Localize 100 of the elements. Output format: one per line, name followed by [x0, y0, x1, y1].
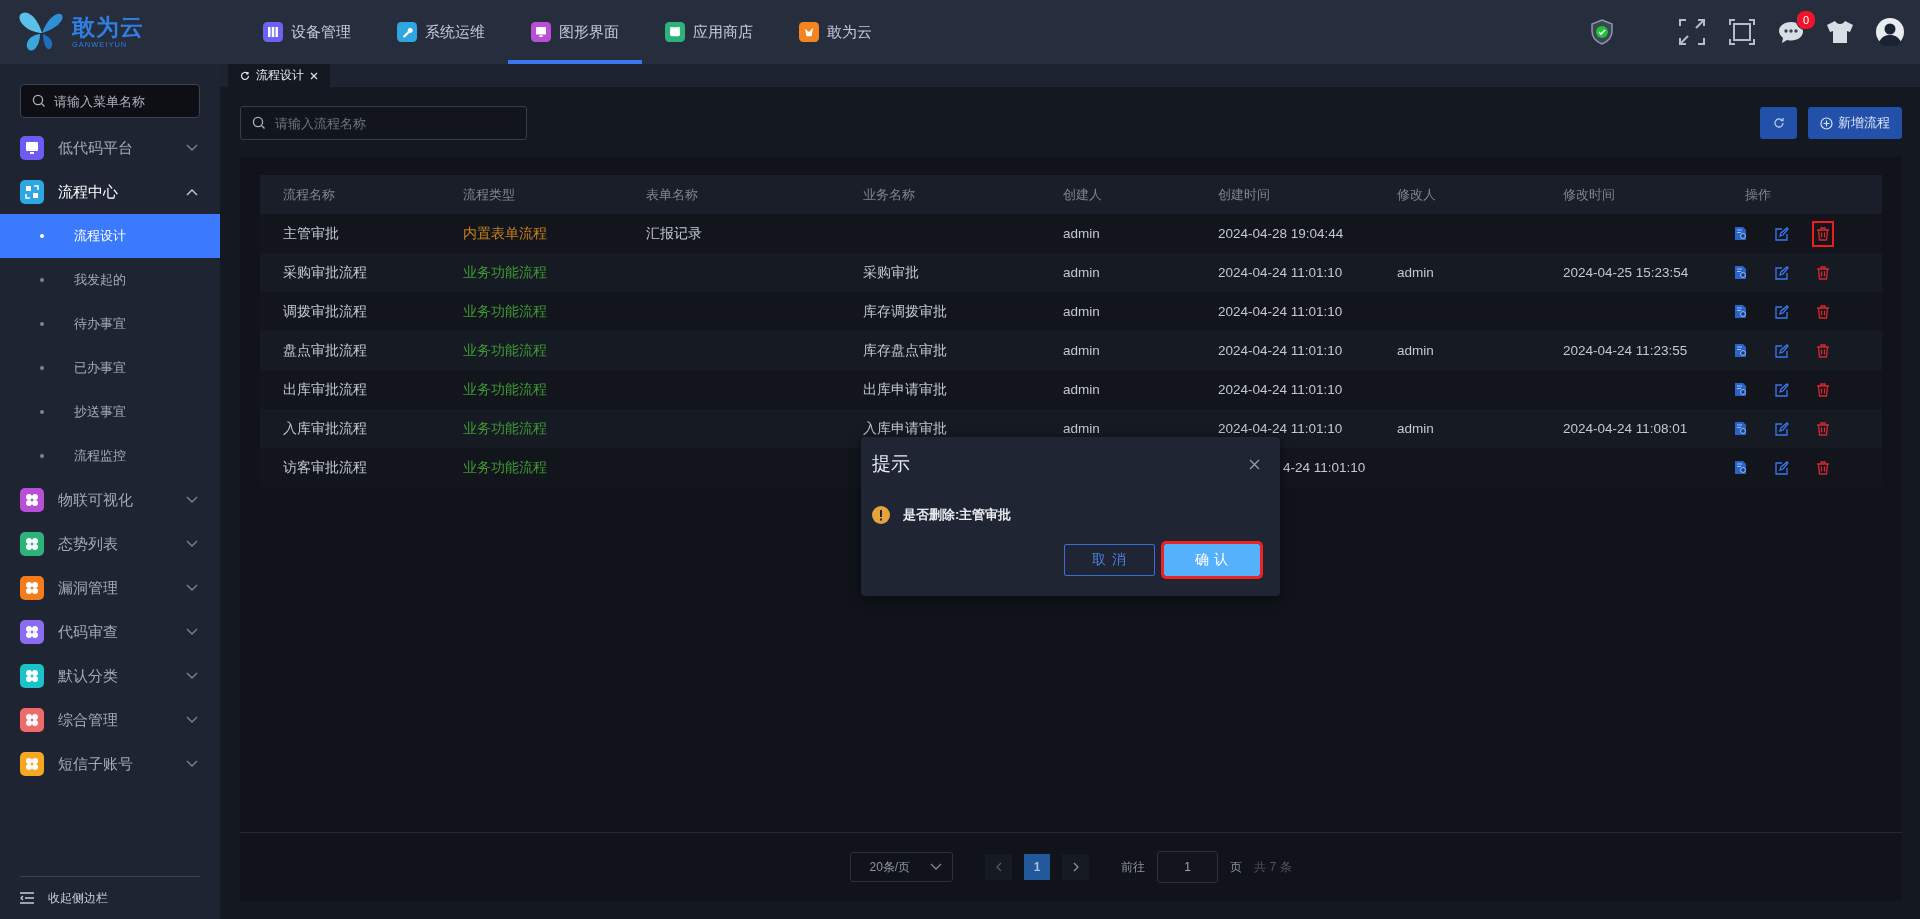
table-cell: admin — [1063, 265, 1100, 280]
dialog-message: 是否删除:主管审批 — [903, 506, 1012, 524]
edit-icon[interactable] — [1775, 343, 1789, 358]
nav-tab[interactable]: 系统运维 — [374, 0, 508, 64]
table-cell: 2024-04-24 11:01:10 — [1218, 421, 1343, 436]
document-search-icon[interactable] — [1734, 421, 1748, 436]
collapse-icon[interactable] — [20, 892, 34, 904]
shield-check-icon[interactable] — [1590, 19, 1614, 45]
chevron-down-icon — [186, 628, 198, 636]
submenu-item[interactable]: 待办事宜 — [0, 302, 220, 346]
table-cell: 采购审批 — [863, 264, 919, 280]
nav-tab[interactable]: 设备管理 — [240, 0, 374, 64]
chevron-down-icon — [930, 863, 943, 871]
chat-bubble-icon[interactable] — [1778, 20, 1804, 44]
document-search-icon[interactable] — [1734, 226, 1748, 241]
chevron-down-icon — [186, 496, 198, 504]
table-cell: 盘点审批流程 — [283, 342, 367, 358]
nav-tab[interactable]: 敢为云 — [776, 0, 895, 64]
edit-icon[interactable] — [1775, 460, 1789, 475]
flow-search-field[interactable]: 请输入流程名称 — [240, 106, 527, 140]
table-cell: 2024-04-24 11:01:10 — [1218, 265, 1343, 280]
add-flow-button[interactable]: 新增流程 — [1808, 107, 1902, 139]
menu-group[interactable]: 低代码平台 — [0, 126, 220, 170]
bullet-icon — [40, 322, 44, 326]
document-search-icon[interactable] — [1734, 343, 1748, 358]
chevron-up-icon — [186, 188, 198, 196]
submenu-item[interactable]: 我发起的 — [0, 258, 220, 302]
menu-group[interactable]: 综合管理 — [0, 698, 220, 742]
menu-search-field[interactable]: 请输入菜单名称 — [20, 84, 200, 118]
table-cell: 2024-04-24 11:08:01 — [1563, 421, 1688, 436]
menu-group[interactable]: 代码审查 — [0, 610, 220, 654]
menu-group[interactable]: 流程中心 — [0, 170, 220, 214]
chevron-down-icon — [186, 540, 198, 548]
plus-circle-icon — [1820, 116, 1833, 130]
table-cell: 2024-04-24 11:01:10 — [1218, 304, 1343, 319]
nav-tab[interactable]: 应用商店 — [642, 0, 776, 64]
page-tab[interactable]: 流程设计 — [228, 64, 330, 87]
fullscreen-icon[interactable] — [1678, 18, 1706, 46]
column-header: 流程名称 — [282, 185, 336, 204]
collapse-sidebar-link[interactable]: 收起侧边栏 — [48, 889, 108, 907]
chevron-down-icon — [186, 716, 198, 724]
menu-group[interactable]: 物联可视化 — [0, 478, 220, 522]
column-header: 流程类型 — [462, 185, 516, 204]
bullet-icon — [40, 278, 44, 282]
table-cell: admin — [1063, 226, 1100, 241]
document-search-icon[interactable] — [1734, 382, 1748, 397]
document-search-icon[interactable] — [1734, 265, 1748, 280]
menu-group[interactable]: 默认分类 — [0, 654, 220, 698]
delete-icon — [1816, 460, 1830, 475]
delete-button[interactable] — [1812, 220, 1834, 247]
table-cell: 访客审批流程 — [283, 459, 367, 475]
column-header: 修改时间 — [1562, 185, 1616, 204]
table-cell: 出库申请审批 — [863, 381, 947, 397]
table-cell: 4-24 11:01:10 — [1283, 460, 1366, 475]
close-icon[interactable] — [1249, 458, 1260, 470]
table-cell: 2024-04-24 11:01:10 — [1218, 343, 1343, 358]
table-cell: admin — [1397, 421, 1434, 436]
menu-group[interactable]: 短信子账号 — [0, 742, 220, 786]
menu-group[interactable]: 漏洞管理 — [0, 566, 220, 610]
table-cell: 入库申请审批 — [863, 420, 947, 436]
table-cell: 业务功能流程 — [463, 459, 547, 475]
total-count: 共 7 条 — [1254, 858, 1292, 876]
table-cell: 内置表单流程 — [463, 225, 547, 241]
table-cell: 业务功能流程 — [463, 264, 547, 280]
submenu-item[interactable]: 抄送事宜 — [0, 390, 220, 434]
goto-page-field[interactable]: 1 — [1157, 851, 1219, 883]
page-number[interactable]: 1 — [1024, 854, 1051, 880]
bullet-icon — [40, 366, 44, 370]
chevron-left-icon — [995, 862, 1002, 872]
avatar-icon[interactable] — [1876, 18, 1904, 46]
table-cell: 入库审批流程 — [283, 420, 367, 436]
delete-icon — [1816, 265, 1830, 280]
submenu-item[interactable]: 已办事宜 — [0, 346, 220, 390]
edit-icon[interactable] — [1775, 265, 1789, 280]
goto-label: 前往 — [1121, 858, 1146, 876]
notification-badge: 0 — [1796, 10, 1816, 30]
table-cell: 2024-04-28 19:04:44 — [1218, 226, 1344, 241]
cancel-button[interactable]: 取 消 — [1064, 544, 1155, 576]
edit-icon[interactable] — [1775, 421, 1789, 436]
tshirt-icon[interactable] — [1826, 20, 1854, 44]
document-search-icon[interactable] — [1734, 304, 1748, 319]
bullet-icon — [40, 234, 44, 238]
table-cell: admin — [1063, 343, 1100, 358]
delete-icon — [1816, 343, 1830, 358]
submenu-item[interactable]: 流程设计 — [0, 214, 220, 258]
menu-group[interactable]: 态势列表 — [0, 522, 220, 566]
table-cell: 业务功能流程 — [463, 381, 547, 397]
edit-icon[interactable] — [1775, 226, 1789, 241]
page-size-select[interactable]: 20条/页 — [850, 852, 954, 882]
column-header: 创建人 — [1062, 185, 1103, 204]
frame-icon[interactable] — [1728, 18, 1756, 46]
edit-icon[interactable] — [1775, 382, 1789, 397]
table-cell: 库存调拨审批 — [863, 303, 947, 319]
refresh-button[interactable] — [1760, 107, 1797, 139]
submenu-item[interactable]: 流程监控 — [0, 434, 220, 478]
table-cell: 业务功能流程 — [463, 303, 547, 319]
table-cell: 汇报记录 — [646, 225, 702, 241]
edit-icon[interactable] — [1775, 304, 1789, 319]
refresh-icon — [1772, 117, 1785, 129]
document-search-icon[interactable] — [1734, 460, 1748, 475]
